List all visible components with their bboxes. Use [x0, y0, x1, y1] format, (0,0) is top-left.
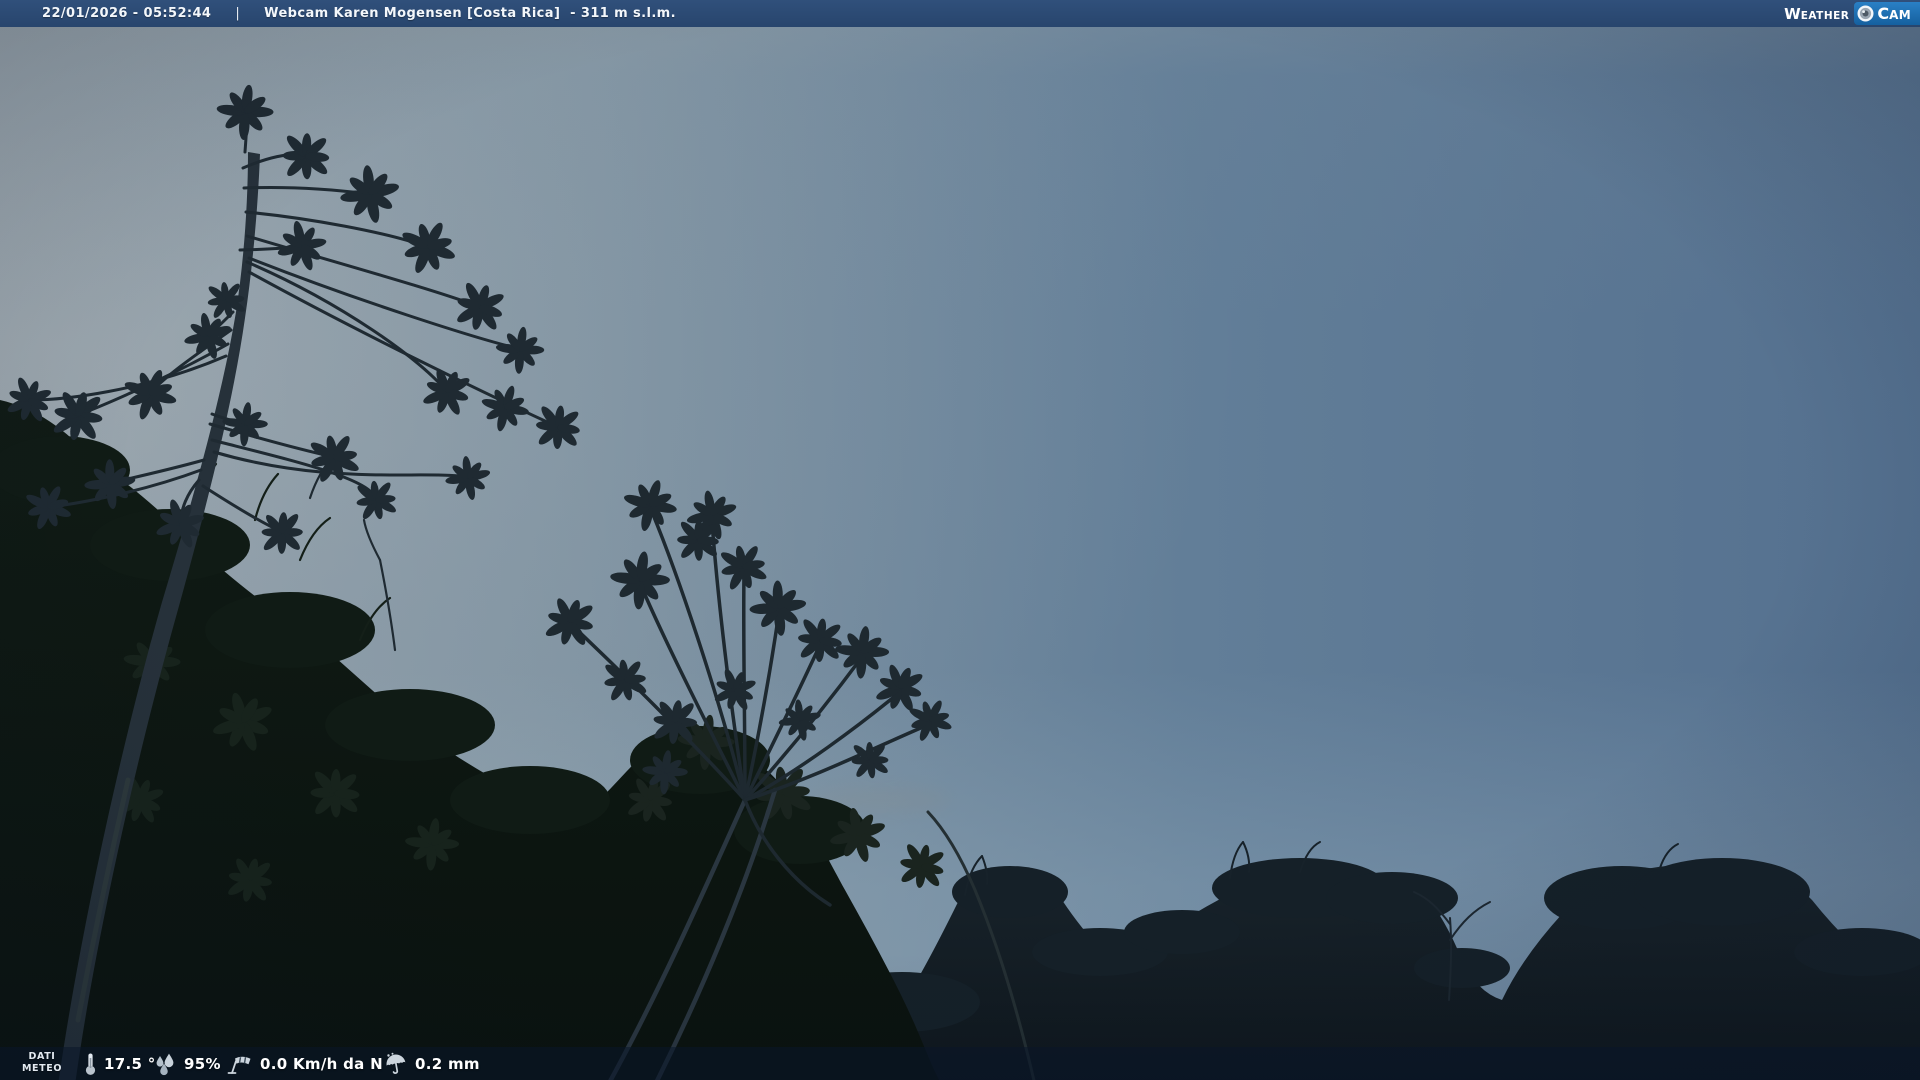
logo-weather-rest: EATHER: [1800, 9, 1850, 22]
timestamp: 22/01/2026 - 05:52:44: [42, 6, 212, 21]
webcam-title: Webcam Karen Mogensen [Costa Rica] - 311…: [264, 6, 676, 21]
separator: |: [235, 6, 241, 21]
webcam-photo: [0, 0, 1920, 1080]
weather-data-label: DATI METEO: [16, 1051, 68, 1075]
temperature-value: 17.5 °: [104, 1054, 156, 1073]
top-info-bar: 22/01/2026 - 05:52:44 | Webcam Karen Mog…: [0, 0, 1920, 27]
logo-cam-rest: AM: [1889, 7, 1911, 22]
wind-reading: 0.0 Km/h da N: [226, 1047, 383, 1080]
webcam-frame: 22/01/2026 - 05:52:44 | Webcam Karen Mog…: [0, 0, 1920, 1080]
windsock-icon: [227, 1056, 251, 1074]
vignette: [0, 0, 1920, 1080]
weather-data-label-line2: METEO: [22, 1062, 62, 1074]
logo-cam-text: CAM: [1877, 3, 1911, 23]
logo-weather-initial: W: [1784, 4, 1801, 23]
camera-lens-icon: [1857, 5, 1874, 22]
weather-data-bar: DATI METEO 17.5 ° 95% 0.0 Km/h da N 0.2 …: [0, 1047, 1920, 1080]
wind-value: 0.0 Km/h da N: [260, 1054, 383, 1073]
logo-weather-text: WEATHER: [1784, 6, 1849, 22]
thermometer-icon: [85, 1053, 96, 1075]
logo-cam-initial: C: [1877, 3, 1890, 23]
temperature-reading: 17.5 °: [84, 1047, 156, 1080]
umbrella-rain-icon: [386, 1052, 406, 1074]
weathercam-logo: WEATHER CAM: [1784, 0, 1920, 27]
logo-cam-block: CAM: [1854, 2, 1920, 25]
water-drops-icon: [156, 1053, 174, 1075]
weather-data-label-line1: DATI: [28, 1051, 56, 1062]
humidity-value: 95%: [184, 1054, 221, 1073]
rain-value: 0.2 mm: [415, 1054, 480, 1073]
humidity-reading: 95%: [152, 1047, 221, 1080]
rain-reading: 0.2 mm: [384, 1047, 480, 1080]
